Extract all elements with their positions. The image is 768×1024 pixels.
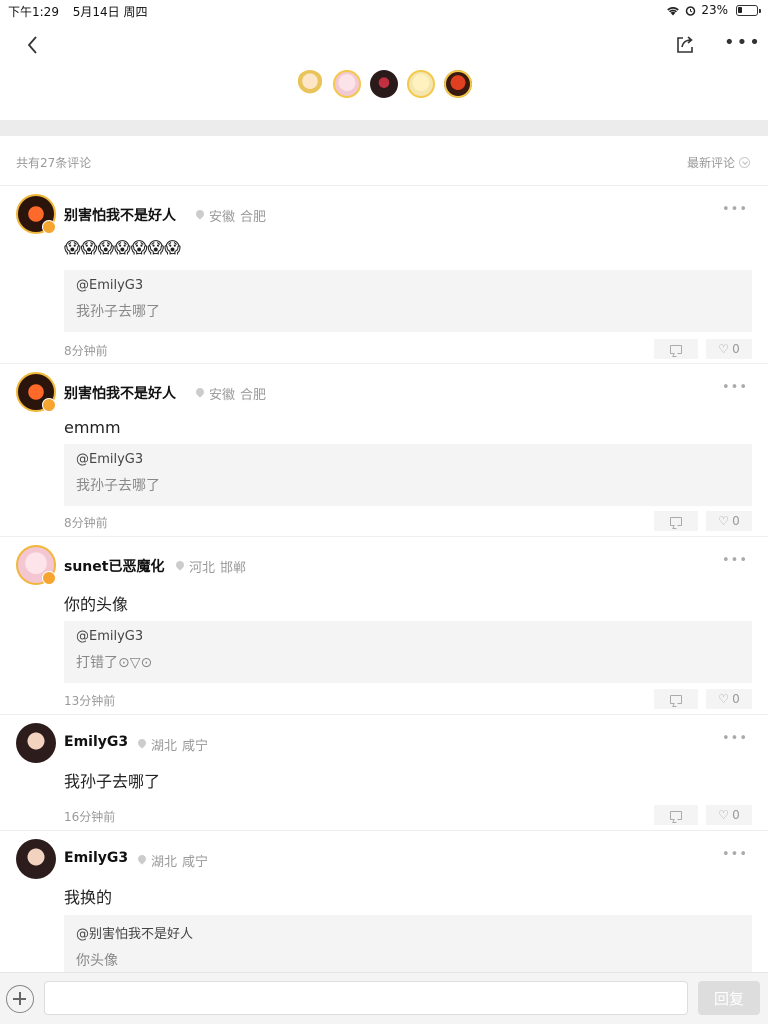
heart-icon: ♡ bbox=[718, 342, 730, 356]
comment-author[interactable]: EmilyG3 bbox=[64, 734, 128, 750]
quoted-text: 打错了⊙▽⊙ bbox=[76, 655, 153, 671]
reply-button[interactable] bbox=[654, 511, 698, 531]
comment-count: 共有27条评论 bbox=[16, 156, 92, 170]
comment-text: 你的头像 bbox=[64, 595, 129, 614]
comment-time: 8分钟前 bbox=[64, 516, 108, 530]
heart-icon: ♡ bbox=[718, 808, 730, 822]
participant-avatar[interactable] bbox=[296, 70, 324, 98]
heart-icon: ♡ bbox=[718, 692, 730, 706]
wifi-icon bbox=[667, 6, 680, 15]
quoted-text: 你头像 bbox=[76, 953, 118, 969]
like-button[interactable]: ♡ 0 bbox=[706, 689, 752, 709]
comment-bubble-icon bbox=[670, 516, 682, 526]
quoted-text: 我孙子去哪了 bbox=[76, 478, 160, 494]
comment-bubble-icon bbox=[670, 694, 682, 704]
participant-avatar[interactable] bbox=[407, 70, 435, 98]
like-count: 0 bbox=[732, 514, 740, 528]
back-icon[interactable] bbox=[22, 34, 44, 56]
fan-badge-icon bbox=[42, 220, 56, 234]
comment-location: 河北 邯郸 bbox=[176, 557, 246, 576]
comment-text: 😱😱😱😱😱😱😱 bbox=[64, 238, 181, 257]
avatar[interactable] bbox=[16, 723, 56, 763]
location-pin-icon bbox=[138, 855, 146, 866]
location-pin-icon bbox=[196, 388, 204, 399]
comment-list-header: 共有27条评论 最新评论 bbox=[0, 136, 768, 186]
quoted-user: @EmilyG3 bbox=[76, 629, 144, 644]
comment-location: 安徽 合肥 bbox=[196, 384, 266, 403]
comment-bubble-icon bbox=[670, 344, 682, 354]
quoted-user: @EmilyG3 bbox=[76, 278, 144, 293]
section-divider bbox=[0, 120, 768, 136]
location-pin-icon bbox=[196, 210, 204, 221]
status-bar: 下午1:29 5月14日 周四 23% bbox=[0, 0, 768, 22]
comment-author[interactable]: EmilyG3 bbox=[64, 850, 128, 866]
comment-location: 湖北 咸宁 bbox=[138, 735, 208, 754]
reply-button[interactable] bbox=[654, 689, 698, 709]
reply-submit-button[interactable]: 回复 bbox=[698, 981, 760, 1015]
chevron-down-icon bbox=[739, 157, 750, 168]
comment-more-icon[interactable]: ••• bbox=[722, 847, 748, 862]
location-pin-icon bbox=[176, 561, 184, 572]
comment-item: EmilyG3 湖北 咸宁 ••• 我孙子去哪了 16分钟前 ♡ 0 bbox=[0, 715, 768, 831]
comment-author[interactable]: 别害怕我不是好人 bbox=[64, 205, 176, 225]
nav-bar: ••• bbox=[0, 22, 768, 120]
comment-time: 8分钟前 bbox=[64, 344, 108, 358]
comment-text: emmm bbox=[64, 418, 121, 437]
comment-item: sunet已恶魔化 河北 邯郸 ••• 你的头像 @EmilyG3 打错了⊙▽⊙… bbox=[0, 537, 768, 715]
fan-badge-icon bbox=[42, 571, 56, 585]
heart-icon: ♡ bbox=[718, 514, 730, 528]
battery-icon bbox=[736, 4, 761, 16]
like-button[interactable]: ♡ 0 bbox=[706, 511, 752, 531]
participant-avatars bbox=[296, 70, 472, 98]
like-count: 0 bbox=[732, 342, 740, 356]
comment-more-icon[interactable]: ••• bbox=[722, 553, 748, 568]
quoted-reply[interactable]: @别害怕我不是好人 你头像 bbox=[64, 915, 752, 972]
like-button[interactable]: ♡ 0 bbox=[706, 339, 752, 359]
battery-percent: 23% bbox=[701, 3, 728, 17]
participant-avatar[interactable] bbox=[370, 70, 398, 98]
like-count: 0 bbox=[732, 692, 740, 706]
comment-text: 我孙子去哪了 bbox=[64, 772, 161, 791]
comment-author[interactable]: 别害怕我不是好人 bbox=[64, 383, 176, 403]
comment-item: 别害怕我不是好人 安徽 合肥 ••• emmm @EmilyG3 我孙子去哪了 … bbox=[0, 364, 768, 537]
comment-composer: 回复 bbox=[0, 972, 768, 1024]
comment-time: 13分钟前 bbox=[64, 694, 116, 708]
reply-button[interactable] bbox=[654, 339, 698, 359]
sort-label: 最新评论 bbox=[686, 156, 735, 170]
more-icon[interactable]: ••• bbox=[724, 34, 760, 56]
reply-button[interactable] bbox=[654, 805, 698, 825]
quoted-text: 我孙子去哪了 bbox=[76, 304, 160, 320]
add-icon[interactable] bbox=[6, 985, 34, 1013]
participant-avatar[interactable] bbox=[444, 70, 472, 98]
comment-more-icon[interactable]: ••• bbox=[722, 202, 748, 217]
comment-more-icon[interactable]: ••• bbox=[722, 731, 748, 746]
quoted-user: @EmilyG3 bbox=[76, 452, 144, 467]
location-pin-icon bbox=[138, 739, 146, 750]
comment-location: 湖北 咸宁 bbox=[138, 851, 208, 870]
comment-text: 我换的 bbox=[64, 888, 113, 907]
comment-author[interactable]: sunet已恶魔化 bbox=[64, 556, 164, 576]
fan-badge-icon bbox=[42, 398, 56, 412]
share-icon[interactable] bbox=[674, 34, 696, 56]
participant-avatar[interactable] bbox=[333, 70, 361, 98]
comment-input[interactable] bbox=[44, 981, 688, 1015]
comment-location: 安徽 合肥 bbox=[196, 206, 266, 225]
quoted-user: @别害怕我不是好人 bbox=[76, 927, 194, 942]
comment-item: 别害怕我不是好人 安徽 合肥 ••• 😱😱😱😱😱😱😱 @EmilyG3 我孙子去… bbox=[0, 186, 768, 364]
like-count: 0 bbox=[732, 808, 740, 822]
quoted-reply[interactable]: @EmilyG3 我孙子去哪了 bbox=[64, 444, 752, 506]
status-time: 下午1:29 bbox=[8, 5, 59, 19]
comment-more-icon[interactable]: ••• bbox=[722, 380, 748, 395]
alarm-icon bbox=[686, 5, 696, 16]
comment-item: EmilyG3 湖北 咸宁 ••• 我换的 @别害怕我不是好人 你头像 bbox=[0, 831, 768, 972]
status-date: 5月14日 周四 bbox=[72, 5, 148, 19]
comment-bubble-icon bbox=[670, 810, 682, 820]
comment-time: 16分钟前 bbox=[64, 810, 116, 824]
like-button[interactable]: ♡ 0 bbox=[706, 805, 752, 825]
avatar[interactable] bbox=[16, 839, 56, 879]
quoted-reply[interactable]: @EmilyG3 我孙子去哪了 bbox=[64, 270, 752, 332]
sort-dropdown[interactable]: 最新评论 bbox=[687, 154, 750, 171]
quoted-reply[interactable]: @EmilyG3 打错了⊙▽⊙ bbox=[64, 621, 752, 683]
